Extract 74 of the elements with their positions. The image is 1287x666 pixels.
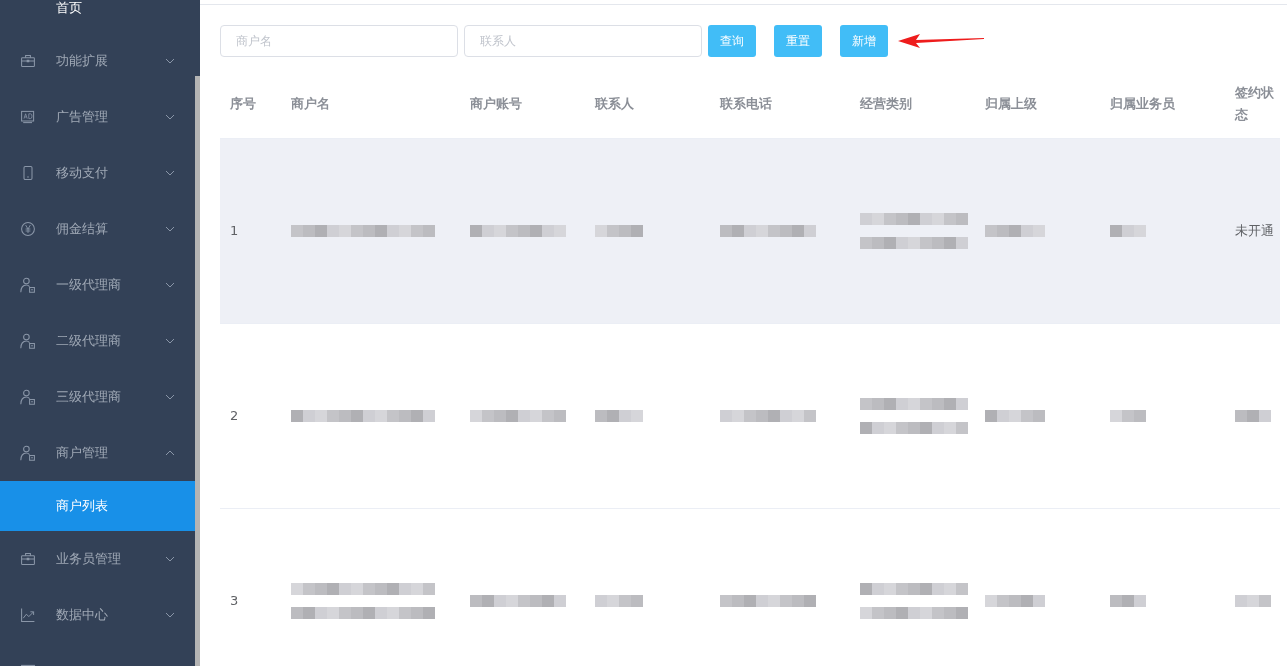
briefcase-icon	[20, 53, 36, 69]
menu-label: 广告管理	[56, 108, 109, 126]
menu-item[interactable]: 佣金结算	[0, 201, 195, 257]
chart-icon	[20, 607, 36, 623]
pixelated-text-icon	[1110, 409, 1146, 422]
menu-label: 一级代理商	[56, 276, 122, 294]
column-header: 归属业务员	[1110, 95, 1175, 111]
column-header: 归属上级	[985, 95, 1037, 111]
column-header: 商户名	[291, 95, 330, 111]
table-cell: 1	[230, 222, 239, 238]
menu-item[interactable]: 业务员管理	[0, 531, 195, 587]
yen-icon	[20, 221, 36, 237]
table-row[interactable]: 3	[220, 508, 1280, 666]
menu-item[interactable]: 商户管理	[0, 425, 195, 481]
menu-label: 业务员管理	[56, 550, 122, 568]
search-field[interactable]: 商户名	[220, 25, 458, 57]
person-tag-icon	[20, 277, 36, 293]
menu-label: 功能扩展	[56, 52, 109, 70]
menu-item[interactable]: 移动支付	[0, 145, 195, 201]
table-row[interactable]: 1 未开通	[220, 138, 1280, 323]
menu-label: 商户管理	[56, 444, 109, 462]
menu-item[interactable]: 首页	[56, 0, 82, 15]
table-cell: 3	[230, 592, 239, 608]
column-header: 联系电话	[720, 95, 772, 111]
menu-item[interactable]: 一级代理商	[0, 257, 195, 313]
pixelated-text-icon	[470, 594, 566, 607]
menu-item[interactable]: 广告管理	[0, 89, 195, 145]
table-cell: 未开通	[1235, 222, 1274, 238]
pixelated-text-icon	[291, 409, 435, 422]
table-row[interactable]: 2	[220, 323, 1280, 508]
column-header: 联系人	[595, 95, 634, 111]
scrollbar[interactable]	[195, 0, 200, 666]
pixelated-text-icon	[720, 224, 816, 237]
person-tag-icon	[20, 389, 36, 405]
pixelated-text-icon	[1110, 224, 1146, 237]
column-header: 序号	[230, 95, 256, 111]
ad-screen-icon	[20, 109, 36, 125]
table-cell: 2	[230, 407, 239, 423]
submenu-item[interactable]: 商户列表	[0, 481, 195, 531]
menu-item[interactable]: 二级代理商	[0, 313, 195, 369]
pixelated-text-icon	[985, 224, 1045, 237]
column-header: 签约状态	[1235, 84, 1274, 122]
pixelated-text-icon	[595, 594, 643, 607]
pixelated-text-icon	[470, 224, 566, 237]
menu-label: 三级代理商	[56, 388, 122, 406]
pixelated-text-icon	[1235, 409, 1271, 422]
menu-item[interactable]: 三级代理商	[0, 369, 195, 425]
pixelated-text-icon	[985, 409, 1045, 422]
pixelated-text-icon	[595, 409, 643, 422]
menu-item[interactable]: 功能扩展	[0, 33, 195, 89]
menu-label: 数据中心	[56, 606, 109, 624]
menu-item[interactable]: 数据中心	[0, 587, 195, 643]
column-header: 经营类别	[860, 95, 912, 111]
search-field[interactable]: 联系人	[464, 25, 702, 57]
person-tag-icon	[20, 333, 36, 349]
pixelated-text-icon	[985, 594, 1045, 607]
pixelated-text-icon	[470, 409, 566, 422]
pixelated-text-icon	[1110, 594, 1146, 607]
menu-label: 二级代理商	[56, 332, 122, 350]
pixelated-text-icon	[860, 582, 968, 619]
person-tag-icon	[20, 445, 36, 461]
column-header: 商户账号	[470, 95, 522, 111]
pixelated-text-icon	[720, 409, 816, 422]
menu-label: 移动支付	[56, 164, 109, 182]
pixelated-text-icon	[291, 224, 435, 237]
pixelated-text-icon	[860, 397, 968, 434]
phone-icon	[20, 165, 36, 181]
pixelated-text-icon	[291, 582, 435, 619]
pixelated-text-icon	[1235, 594, 1271, 607]
pixelated-text-icon	[595, 224, 643, 237]
pixelated-text-icon	[720, 594, 816, 607]
pixelated-text-icon	[860, 212, 968, 249]
briefcase-icon	[20, 551, 36, 567]
menu-label: 佣金结算	[56, 220, 109, 238]
